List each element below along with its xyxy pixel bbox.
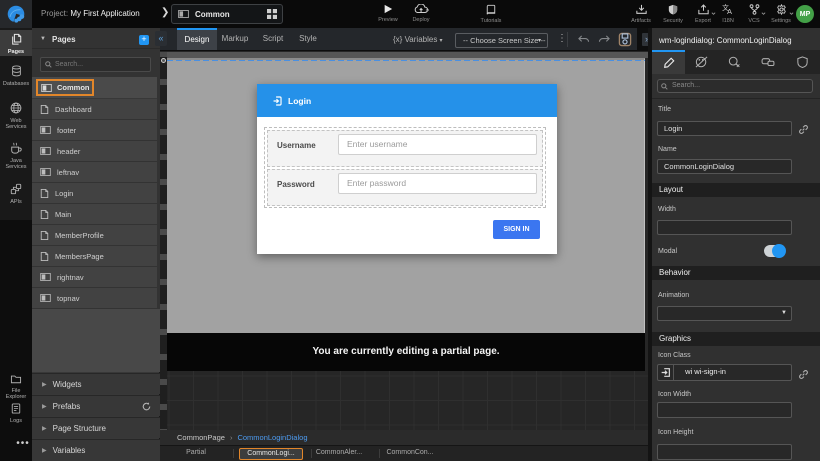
svg-text:A: A <box>727 7 732 15</box>
